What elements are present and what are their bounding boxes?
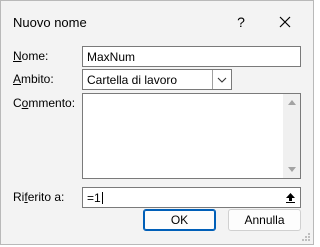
new-name-dialog: Nuovo nome ? Nome: MaxNum Ambito: Cartel… bbox=[0, 0, 314, 245]
close-icon bbox=[279, 16, 291, 28]
resize-grip-icon[interactable] bbox=[301, 232, 311, 242]
comment-label: Commento: bbox=[13, 96, 76, 110]
scope-dropdown-button[interactable] bbox=[212, 70, 231, 89]
name-label: Nome: bbox=[13, 49, 49, 63]
scope-select[interactable]: Cartella di lavoro bbox=[82, 69, 232, 90]
refers-to-input[interactable]: =1 bbox=[82, 187, 301, 208]
comment-scrollbar[interactable] bbox=[283, 94, 300, 178]
name-input[interactable]: MaxNum bbox=[82, 46, 301, 67]
triangle-up-icon bbox=[287, 100, 296, 105]
collapse-dialog-button[interactable] bbox=[280, 188, 300, 207]
close-button[interactable] bbox=[269, 9, 301, 35]
refers-to-value: =1 bbox=[87, 190, 103, 205]
scope-label: Ambito: bbox=[13, 72, 54, 86]
arrow-up-icon bbox=[285, 193, 295, 203]
refers-to-label: Riferito a: bbox=[13, 190, 65, 204]
scroll-up-button[interactable] bbox=[283, 94, 300, 111]
text-caret bbox=[101, 192, 103, 205]
scope-selected-value: Cartella di lavoro bbox=[87, 72, 178, 87]
title-bar: Nuovo nome ? bbox=[1, 1, 313, 41]
comment-textarea[interactable] bbox=[82, 93, 301, 179]
dialog-title: Nuovo nome bbox=[13, 15, 87, 30]
cancel-button[interactable]: Annulla bbox=[228, 209, 301, 231]
chevron-down-icon bbox=[217, 77, 227, 83]
help-button[interactable]: ? bbox=[227, 9, 255, 35]
triangle-down-icon bbox=[287, 167, 296, 172]
ok-button[interactable]: OK bbox=[143, 209, 216, 231]
scroll-down-button[interactable] bbox=[283, 161, 300, 178]
